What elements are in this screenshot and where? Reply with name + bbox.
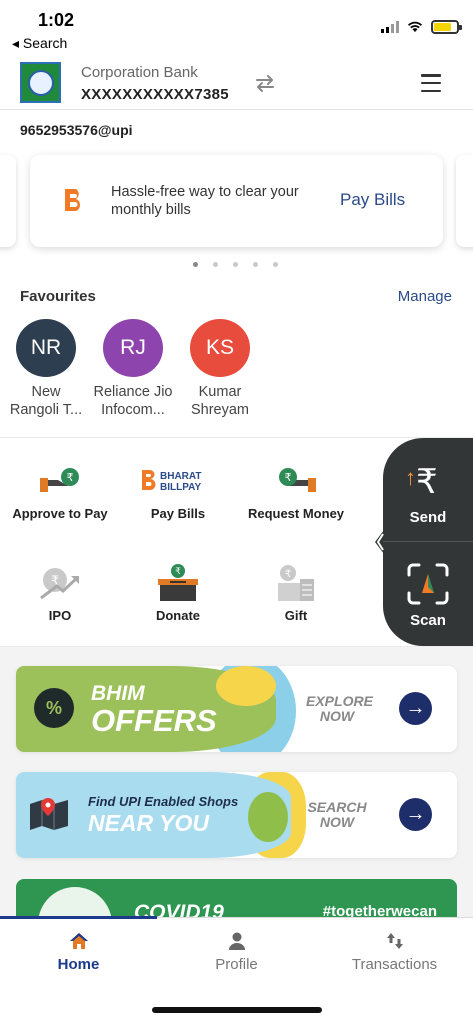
home-icon (69, 933, 88, 949)
bharat-text: BHARAT (160, 471, 201, 482)
ipo-button[interactable]: ₹ IPO (0, 566, 120, 623)
favourite-name: Kumar (198, 384, 242, 400)
carousel-dot[interactable] (193, 262, 198, 267)
nav-home-label: Home (57, 956, 100, 973)
scan-qr-icon[interactable] (407, 563, 449, 605)
wifi-icon (408, 21, 422, 32)
bharat-billpay-logo-icon (65, 189, 80, 211)
action-label: IPO (48, 608, 72, 623)
approve-to-pay-button[interactable]: ₹ Approve to Pay (0, 464, 120, 521)
status-bar: 1:02 ◂ Search (0, 0, 473, 56)
account-number: XXXXXXXXXXX7385 (81, 86, 229, 103)
request-money-icon: ₹ (279, 468, 316, 492)
avatar: KS (190, 319, 250, 377)
favourite-name: Reliance Jio (93, 384, 173, 400)
panel-divider (383, 541, 473, 542)
action-label: Request Money (247, 506, 345, 521)
switch-account-icon[interactable] (252, 70, 278, 96)
nav-active-indicator (0, 916, 157, 919)
action-label: Donate (155, 608, 201, 623)
transactions-icon (386, 933, 403, 949)
request-money-button[interactable]: ₹ Request Money (236, 464, 356, 521)
favourite-name: New (31, 384, 61, 400)
panel-collapse-icon[interactable] (371, 526, 387, 558)
donate-button[interactable]: ₹ Donate (118, 564, 238, 623)
action-label: Gift (284, 608, 308, 623)
scan-button[interactable]: Scan (383, 612, 473, 629)
account-header: Corporation Bank XXXXXXXXXXX7385 (0, 58, 473, 110)
manage-favourites-link[interactable]: Manage (398, 288, 452, 305)
svg-text:₹: ₹ (285, 471, 292, 484)
favourite-contact[interactable]: RJ Reliance Jio Infocom... (87, 319, 179, 419)
donate-icon: ₹ (158, 564, 198, 601)
favourite-name: Rangoli T... (9, 402, 83, 418)
shops-title: Find UPI Enabled Shops (88, 794, 239, 809)
nav-transactions[interactable]: Transactions (316, 930, 473, 973)
signal-icon (381, 21, 399, 33)
upi-shops-card[interactable]: Find UPI Enabled Shops NEAR YOU SEARCH N… (16, 772, 457, 858)
arrow-right-icon[interactable]: → (399, 692, 432, 725)
svg-text:₹: ₹ (67, 471, 74, 484)
pay-bills-link[interactable]: Pay Bills (340, 190, 405, 210)
gift-button[interactable]: ₹ Gift (236, 565, 356, 623)
nav-profile-label: Profile (215, 956, 258, 973)
favourite-name: Infocom... (101, 402, 165, 418)
bank-name: Corporation Bank (81, 64, 198, 81)
action-label: Pay Bills (150, 506, 206, 521)
shops-subtitle: NEAR YOU (88, 810, 209, 836)
profile-icon (228, 932, 245, 950)
pay-bills-button[interactable]: BHARAT BILLPAY Pay Bills (118, 464, 238, 521)
bank-logo (20, 62, 61, 103)
favourite-contact[interactable]: NR New Rangoli T... (0, 319, 92, 419)
carousel-dot[interactable] (213, 262, 218, 267)
ipo-icon: ₹ (40, 568, 79, 600)
explore-now-label: EXPLORE NOW (306, 693, 373, 724)
percent-badge-icon: % (34, 688, 74, 728)
map-pin-icon (30, 798, 68, 830)
carousel-dot[interactable] (233, 262, 238, 267)
svg-text:₹: ₹ (285, 569, 291, 580)
arrow-right-icon[interactable]: → (399, 798, 432, 831)
favourite-contact[interactable]: KS Kumar Shreyam (174, 319, 266, 419)
approve-pay-icon: ₹ (40, 468, 79, 492)
battery-icon (431, 20, 462, 34)
nav-home[interactable]: Home (0, 930, 157, 973)
hamburger-menu-icon[interactable] (421, 74, 441, 92)
banner-text: Hassle-free way to clear your monthly bi… (111, 184, 299, 218)
upi-id: 9652953576@upi (20, 122, 133, 138)
status-time: 1:02 (38, 10, 75, 30)
send-button[interactable]: Send (383, 509, 473, 526)
avatar: NR (16, 319, 76, 377)
status-icons (381, 20, 462, 34)
gift-icon: ₹ (278, 565, 314, 601)
billpay-text: BILLPAY (160, 482, 201, 493)
carousel-dot[interactable] (273, 262, 278, 267)
nav-transactions-label: Transactions (351, 956, 438, 973)
send-money-icon[interactable]: ↑₹ (405, 462, 438, 502)
bharat-billpay-icon: BHARAT BILLPAY (142, 470, 201, 493)
carousel-dots (193, 262, 278, 267)
home-indicator[interactable] (152, 1007, 322, 1013)
pay-bills-banner[interactable]: Hassle-free way to clear your monthly bi… (30, 155, 443, 247)
back-to-search-link[interactable]: ◂ Search (12, 35, 67, 52)
search-now-label: SEARCH NOW (307, 799, 367, 830)
nav-profile[interactable]: Profile (158, 930, 315, 973)
favourite-name: Shreyam (190, 402, 250, 418)
avatar: RJ (103, 319, 163, 377)
svg-text:₹: ₹ (175, 567, 181, 577)
offers-subtitle: OFFERS (91, 703, 217, 738)
carousel-dot[interactable] (253, 262, 258, 267)
bhim-offers-card[interactable]: % BHIM OFFERS EXPLORE NOW → (16, 666, 457, 752)
favourites-title: Favourites (20, 288, 96, 305)
carousel-prev-card[interactable] (0, 155, 16, 247)
carousel-next-card[interactable] (456, 155, 473, 247)
action-label: Approve to Pay (12, 506, 108, 521)
